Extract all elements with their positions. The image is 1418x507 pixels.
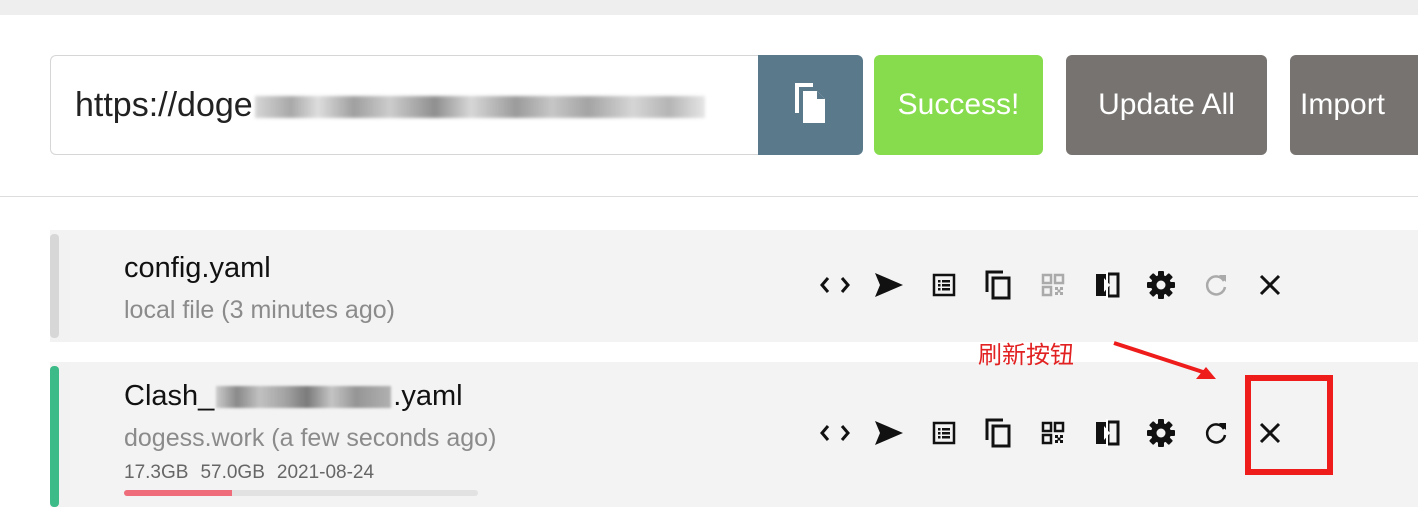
copy-icon	[791, 79, 831, 132]
send-icon[interactable]	[874, 418, 904, 448]
top-bar	[0, 0, 1418, 15]
subscription-url-input[interactable]: https://doge	[50, 55, 758, 155]
settings-icon[interactable]	[1146, 418, 1176, 448]
copy-icon[interactable]	[983, 418, 1013, 448]
code-icon[interactable]	[820, 418, 850, 448]
profile-source: local file (3 minutes ago)	[124, 296, 395, 324]
annotation-highlight-box	[1245, 375, 1333, 475]
copy-icon[interactable]	[983, 270, 1013, 300]
list-icon[interactable]	[929, 270, 959, 300]
annotation-label: 刷新按钮	[978, 341, 1074, 369]
profile-actions	[820, 418, 1310, 448]
settings-icon[interactable]	[1146, 270, 1176, 300]
annotation-arrow	[1113, 341, 1216, 379]
total-traffic: 57.0GB	[200, 462, 265, 483]
redacted-name-blur	[216, 386, 392, 409]
url-text: https://doge	[75, 86, 253, 124]
send-icon[interactable]	[874, 270, 904, 300]
divider	[0, 196, 1418, 197]
profile-name: Clash_ .yaml	[124, 380, 463, 413]
list-icon[interactable]	[929, 418, 959, 448]
expire-date: 2021-08-24	[276, 462, 375, 483]
compare-icon[interactable]	[1092, 270, 1122, 300]
qrcode-icon[interactable]	[1038, 418, 1068, 448]
usage-fill	[124, 490, 232, 496]
profile-actions	[820, 270, 1310, 300]
success-button[interactable]: Success!	[874, 55, 1043, 155]
refresh-icon[interactable]	[1201, 270, 1231, 300]
update-all-button[interactable]: Update All	[1066, 55, 1267, 155]
code-icon[interactable]	[820, 270, 850, 300]
selection-stripe	[50, 366, 59, 507]
close-icon[interactable]	[1255, 270, 1285, 300]
selection-stripe	[50, 234, 59, 338]
copy-url-button[interactable]	[758, 55, 863, 155]
redacted-url-blur	[254, 96, 705, 119]
used-traffic: 17.3GB	[124, 462, 189, 483]
profile-source: dogess.work (a few seconds ago)	[124, 424, 497, 452]
profile-card[interactable]: config.yaml local file (3 minutes ago)	[50, 230, 1418, 342]
refresh-icon[interactable]	[1201, 418, 1231, 448]
usage-bar	[124, 490, 478, 496]
profile-name-prefix: Clash_	[124, 380, 215, 412]
import-button[interactable]: Import	[1290, 55, 1418, 155]
profile-name: config.yaml	[124, 252, 271, 284]
profile-name-suffix: .yaml	[393, 380, 463, 412]
compare-icon[interactable]	[1092, 418, 1122, 448]
traffic-stats: 17.3GB 57.0GB 2021-08-24	[124, 462, 386, 484]
qrcode-icon[interactable]	[1038, 270, 1068, 300]
